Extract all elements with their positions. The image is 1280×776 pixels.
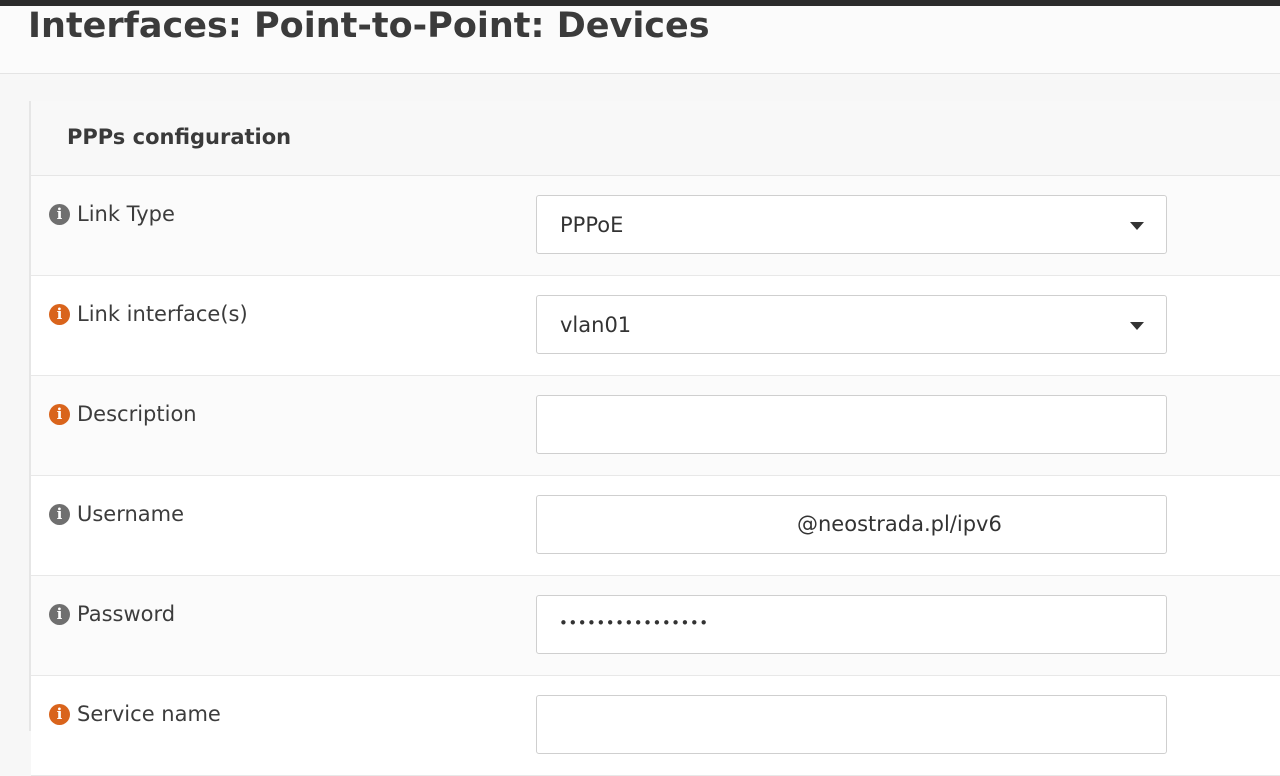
info-icon[interactable]: i	[49, 503, 70, 525]
username-value: @neostrada.pl/ipv6	[797, 512, 1002, 536]
info-icon[interactable]: i	[49, 203, 70, 225]
password-input[interactable]: ••••••••••••••••	[536, 595, 1167, 654]
link-interfaces-select[interactable]: vlan01	[536, 295, 1167, 354]
service-name-label: i Service name	[49, 702, 221, 726]
service-name-input[interactable]	[536, 695, 1167, 754]
link-type-select[interactable]: PPPoE	[536, 195, 1167, 254]
link-interfaces-label-text: Link interface(s)	[77, 302, 248, 326]
link-type-label-text: Link Type	[77, 202, 175, 226]
service-name-label-text: Service name	[77, 702, 221, 726]
info-icon[interactable]: i	[49, 303, 70, 325]
row-link-interfaces: i Link interface(s) vlan01	[31, 276, 1280, 376]
link-interfaces-selected-value: vlan01	[560, 313, 632, 337]
row-link-type: i Link Type PPPoE	[31, 176, 1280, 276]
page-title: Interfaces: Point-to-Point: Devices	[28, 6, 710, 46]
username-input[interactable]: @neostrada.pl/ipv6	[536, 495, 1167, 554]
row-description: i Description	[31, 376, 1280, 476]
panel-title: PPPs configuration	[67, 125, 292, 149]
row-service-name: i Service name	[31, 676, 1280, 776]
info-icon[interactable]: i	[49, 403, 70, 425]
password-label-text: Password	[77, 602, 176, 626]
password-label: i Password	[49, 602, 175, 626]
ppps-configuration-panel: PPPs configuration i Link Type PPPoE i L…	[29, 101, 1280, 776]
link-type-selected-value: PPPoE	[560, 213, 624, 237]
info-icon[interactable]: i	[49, 703, 70, 725]
row-password: i Password ••••••••••••••••	[31, 576, 1280, 676]
info-icon[interactable]: i	[49, 603, 70, 625]
panel-heading: PPPs configuration	[31, 101, 1280, 176]
link-type-label: i Link Type	[49, 202, 175, 226]
link-interfaces-label: i Link interface(s)	[49, 302, 248, 326]
description-label: i Description	[49, 402, 197, 426]
description-input[interactable]	[537, 396, 1166, 453]
chevron-down-icon	[1130, 222, 1144, 230]
password-masked-value: ••••••••••••••••	[559, 614, 709, 632]
page-header: Interfaces: Point-to-Point: Devices	[0, 6, 1280, 74]
username-label: i Username	[49, 502, 184, 526]
row-username: i Username @neostrada.pl/ipv6	[31, 476, 1280, 576]
description-field-box	[536, 395, 1167, 454]
username-label-text: Username	[77, 502, 185, 526]
chevron-down-icon	[1130, 322, 1144, 330]
description-label-text: Description	[77, 402, 197, 426]
